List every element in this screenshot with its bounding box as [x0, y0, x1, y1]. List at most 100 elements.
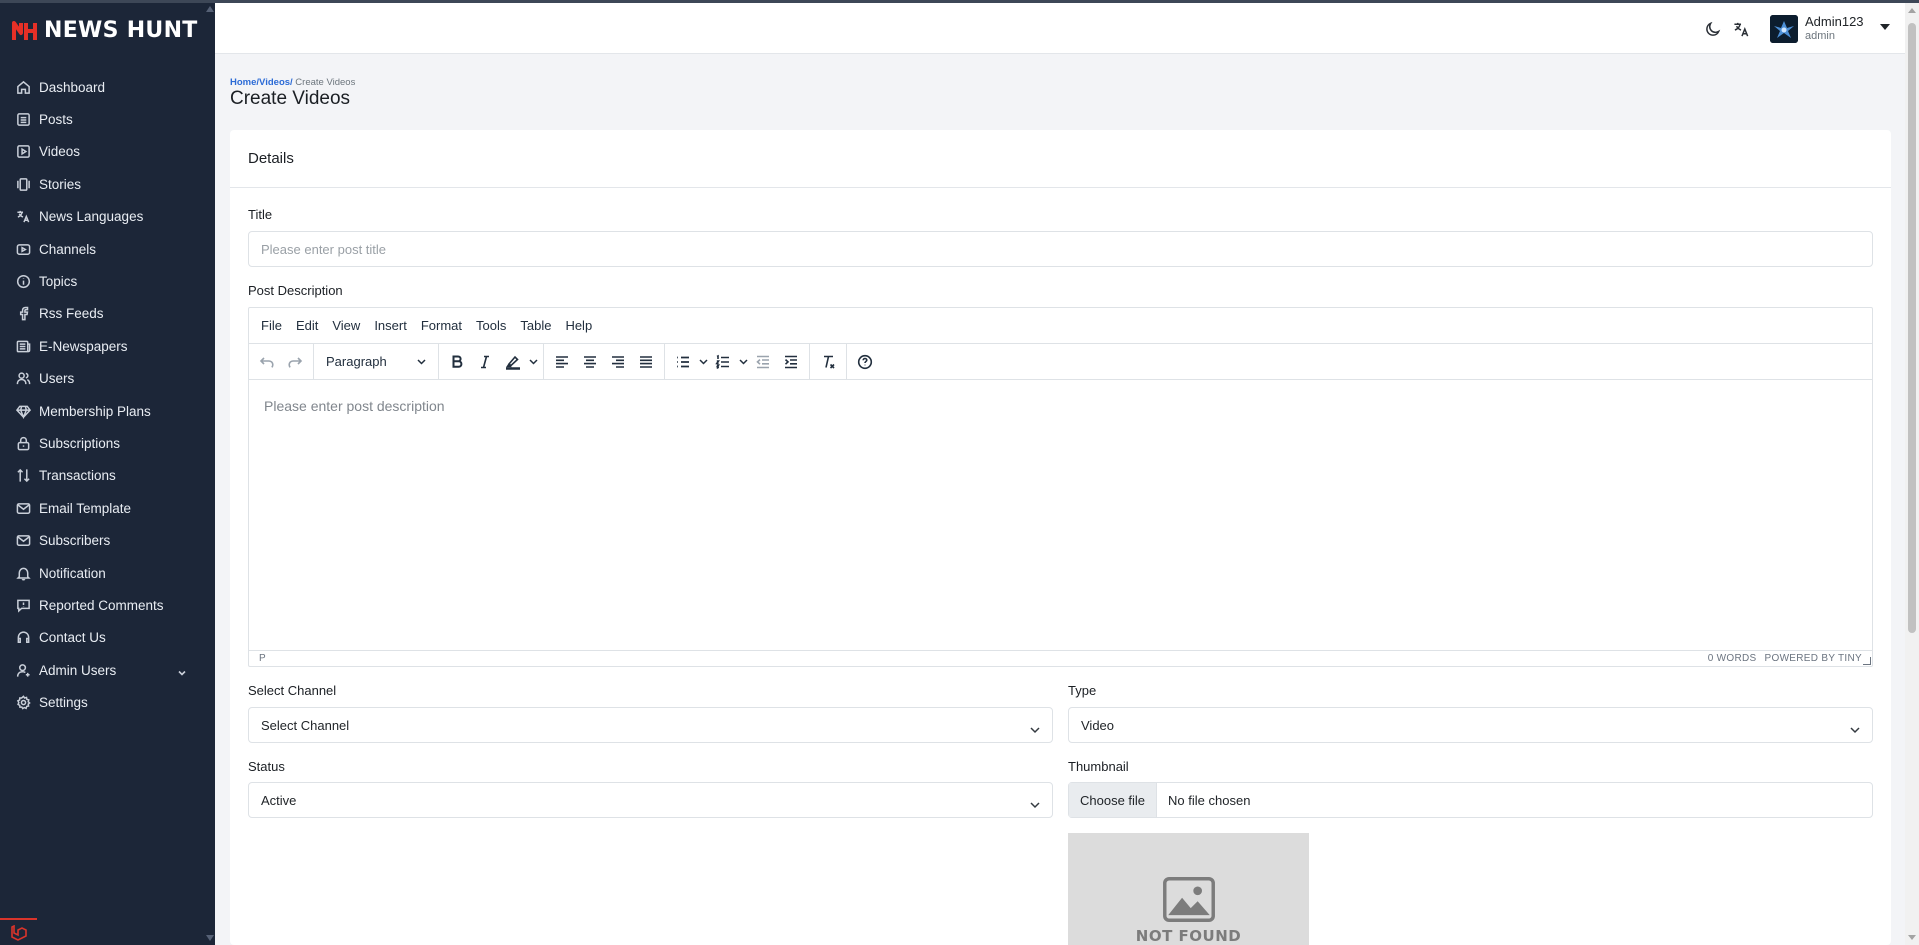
sidebar-item-e-newspapers[interactable]: E-Newspapers — [0, 330, 205, 362]
rich-text-editor: File Edit View Insert Format Tools Table… — [248, 307, 1873, 667]
word-count[interactable]: 0 WORDS — [1708, 653, 1757, 664]
sidebar-item-users[interactable]: Users — [0, 363, 205, 395]
stories-icon — [16, 177, 31, 192]
language-translate-icon[interactable] — [1732, 20, 1750, 38]
chevron-down-icon[interactable] — [527, 348, 539, 376]
bullet-list-split — [669, 348, 709, 376]
sidebar-item-notification[interactable]: Notification — [0, 557, 205, 589]
undo-icon[interactable] — [253, 348, 281, 376]
choose-file-button[interactable]: Choose file — [1069, 783, 1158, 817]
align-center-icon[interactable] — [576, 348, 604, 376]
sidebar-item-dashboard[interactable]: Dashboard — [0, 71, 205, 103]
menu-view[interactable]: View — [332, 318, 360, 333]
element-path[interactable]: P — [259, 653, 266, 664]
type-select[interactable]: Video — [1068, 707, 1873, 743]
avatar-image-icon — [1770, 15, 1798, 43]
channel-icon — [16, 242, 31, 257]
sidebar-item-news-languages[interactable]: News Languages — [0, 201, 205, 233]
resize-handle-icon[interactable] — [1863, 657, 1871, 665]
channel-select[interactable]: Select Channel — [248, 707, 1053, 743]
logo[interactable]: NEWS HUNT — [12, 18, 198, 43]
chevron-down-icon[interactable] — [737, 348, 749, 376]
laravel-debugbar-toggle[interactable] — [0, 918, 37, 945]
sidebar-item-label: Reported Comments — [39, 597, 164, 613]
sidebar-item-label: Email Template — [39, 500, 132, 516]
user-menu-caret-icon[interactable] — [1880, 24, 1890, 30]
sidebar-item-topics[interactable]: Topics — [0, 265, 205, 297]
sidebar-item-label: Videos — [39, 144, 81, 160]
indent-icon[interactable] — [777, 348, 805, 376]
brand-name: NEWS HUNT — [44, 18, 198, 43]
sidebar-item-membership-plans[interactable]: Membership Plans — [0, 395, 205, 427]
sidebar-item-label: Subscriptions — [39, 435, 121, 451]
sidebar-item-admin-users[interactable]: Admin Users — [0, 654, 205, 686]
breadcrumb-home-link[interactable]: Home/ — [230, 77, 259, 88]
sidebar-item-label: News Languages — [39, 209, 144, 225]
menu-help[interactable]: Help — [565, 318, 592, 333]
type-select-value: Video — [1081, 717, 1115, 733]
align-justify-icon[interactable] — [632, 348, 660, 376]
editor-menubar: File Edit View Insert Format Tools Table… — [249, 308, 1872, 344]
sidebar-item-videos[interactable]: Videos — [0, 136, 205, 168]
bold-icon[interactable] — [443, 348, 471, 376]
powered-by-tiny[interactable]: POWERED BY TINY — [1765, 653, 1862, 664]
thumbnail-label: Thumbnail — [1068, 759, 1129, 774]
scroll-up-arrow-icon[interactable] — [1908, 8, 1916, 13]
sidebar-item-label: Notification — [39, 565, 106, 581]
sidebar-item-email-template[interactable]: Email Template — [0, 492, 205, 524]
chevron-down-icon[interactable] — [697, 348, 709, 376]
menu-tools[interactable]: Tools — [476, 318, 506, 333]
title-input[interactable]: Please enter post title — [248, 231, 1873, 267]
clear-formatting-icon[interactable] — [814, 348, 842, 376]
menu-table[interactable]: Table — [520, 318, 551, 333]
outdent-icon[interactable] — [749, 348, 777, 376]
thumbnail-preview: NOT FOUND — [1068, 833, 1309, 945]
block-format-select[interactable]: Paragraph — [318, 348, 434, 376]
menu-insert[interactable]: Insert — [374, 318, 407, 333]
scroll-thumb[interactable] — [1908, 23, 1916, 633]
menu-format[interactable]: Format — [421, 318, 462, 333]
toolbar-divider — [543, 343, 544, 380]
gear-icon — [16, 695, 31, 710]
breadcrumb-videos-link[interactable]: Videos/ — [259, 77, 293, 88]
sidebar-item-settings[interactable]: Settings — [0, 686, 205, 718]
select-channel-label: Select Channel — [248, 683, 337, 698]
sidebar-item-subscribers[interactable]: Subscribers — [0, 524, 205, 556]
sidebar-item-subscriptions[interactable]: Subscriptions — [0, 427, 205, 459]
chevron-down-icon[interactable] — [177, 665, 187, 676]
highlight-pen-icon[interactable] — [499, 348, 527, 376]
sidebar-item-transactions[interactable]: Transactions — [0, 460, 205, 492]
menu-file[interactable]: File — [261, 318, 282, 333]
menu-edit[interactable]: Edit — [296, 318, 318, 333]
scroll-up-arrow-icon[interactable] — [206, 6, 214, 12]
align-right-icon[interactable] — [604, 348, 632, 376]
italic-icon[interactable] — [471, 348, 499, 376]
numbered-list-split — [709, 348, 749, 376]
scroll-down-arrow-icon[interactable] — [1908, 935, 1916, 940]
thumbnail-file-input[interactable]: Choose file No file chosen — [1068, 782, 1873, 818]
sidebar-item-contact-us[interactable]: Contact Us — [0, 622, 205, 654]
highlight-color-split — [499, 348, 539, 376]
align-left-icon[interactable] — [548, 348, 576, 376]
avatar[interactable] — [1770, 15, 1798, 43]
redo-icon[interactable] — [281, 348, 309, 376]
sidebar-scrollbar[interactable] — [205, 0, 215, 945]
mail-icon — [16, 501, 31, 516]
card-title: Details — [230, 130, 1891, 188]
sidebar-item-posts[interactable]: Posts — [0, 103, 205, 135]
not-found-text: NOT FOUND — [1135, 927, 1242, 945]
editor-content-area[interactable]: Please enter post description — [249, 380, 1872, 652]
sidebar-item-reported-comments[interactable]: Reported Comments — [0, 589, 205, 621]
numbered-list-icon[interactable] — [709, 348, 737, 376]
scroll-down-arrow-icon[interactable] — [206, 935, 214, 941]
status-select[interactable]: Active — [248, 782, 1053, 818]
page-scrollbar[interactable] — [1905, 3, 1919, 945]
dark-mode-moon-icon[interactable] — [1704, 20, 1722, 38]
help-icon[interactable] — [851, 348, 879, 376]
user-role: admin — [1805, 30, 1835, 42]
bullet-list-icon[interactable] — [669, 348, 697, 376]
user-name[interactable]: Admin123 — [1805, 14, 1864, 29]
sidebar-item-rss-feeds[interactable]: Rss Feeds — [0, 298, 205, 330]
sidebar-item-stories[interactable]: Stories — [0, 168, 205, 200]
sidebar-item-channels[interactable]: Channels — [0, 233, 205, 265]
